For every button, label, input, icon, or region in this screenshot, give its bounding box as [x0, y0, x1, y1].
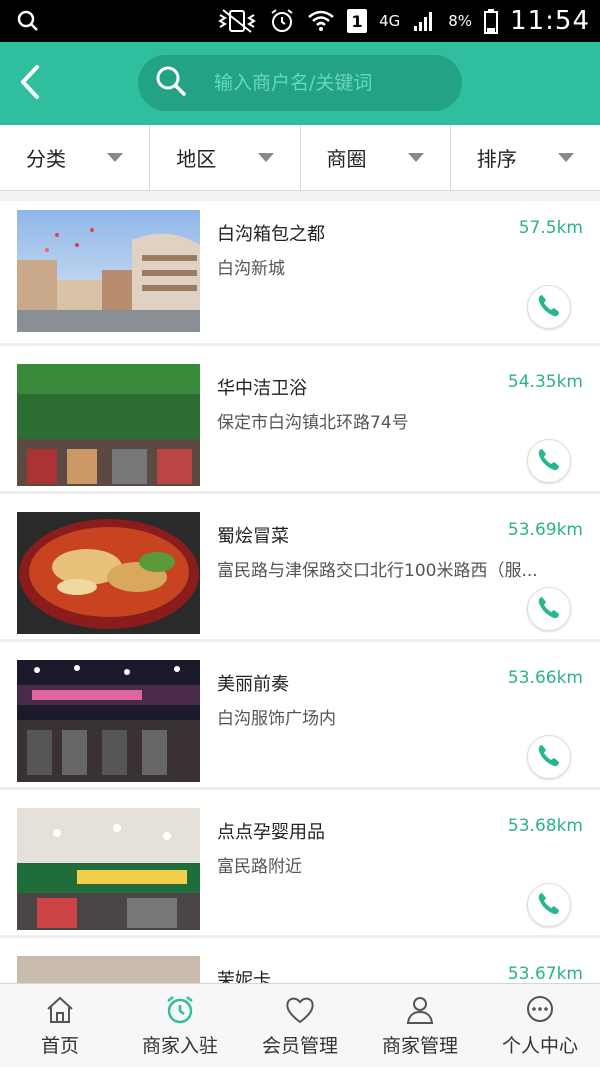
phone-icon [536, 594, 562, 624]
nav-personal-center[interactable]: 个人中心 [480, 984, 600, 1067]
call-button[interactable] [527, 587, 571, 631]
filter-label: 排序 [476, 147, 517, 171]
call-button[interactable] [527, 285, 571, 329]
merchant-photo [17, 210, 200, 332]
merchant-name: 美丽前奏 [217, 674, 289, 695]
back-button[interactable] [0, 42, 60, 125]
merchant-address: 保定市白沟镇北环路74号 [217, 413, 409, 433]
filter-sort[interactable]: 排序 [451, 125, 600, 190]
header-bar [0, 42, 600, 125]
nav-label: 商家入驻 [141, 1035, 218, 1057]
battery-percent: 8% [448, 12, 473, 30]
chevron-left-icon [17, 64, 43, 104]
merchant-item[interactable]: 点点孕婴用品 富民路附近 53.68km [0, 790, 600, 938]
nav-merchant-management[interactable]: 商家管理 [360, 984, 480, 1067]
user-icon [403, 993, 437, 1027]
call-button[interactable] [527, 883, 571, 927]
filter-label: 商圈 [326, 147, 367, 171]
filter-region[interactable]: 地区 [150, 125, 301, 190]
merchant-address: 白沟服饰广场内 [217, 709, 336, 729]
call-button[interactable] [527, 439, 571, 483]
nav-member-management[interactable]: 会员管理 [240, 984, 360, 1067]
caret-down-icon [107, 153, 124, 162]
caret-down-icon [257, 153, 274, 162]
clock: 11:54 [510, 6, 590, 36]
phone-icon [536, 742, 562, 772]
phone-icon [536, 890, 562, 920]
filter-label: 地区 [176, 147, 217, 171]
alarm-icon [269, 8, 295, 34]
caret-down-icon [558, 153, 574, 162]
merchant-item[interactable]: 华中洁卫浴 保定市白沟镇北环路74号 54.35km [0, 346, 600, 494]
merchant-distance: 53.67km [507, 964, 583, 983]
chat-bubble-icon [523, 993, 557, 1027]
home-icon [43, 993, 77, 1027]
merchant-distance: 53.69km [507, 520, 583, 540]
search-icon [16, 9, 40, 33]
filter-business-district[interactable]: 商圈 [301, 125, 451, 190]
merchant-photo [17, 660, 200, 782]
nav-label: 首页 [40, 1035, 79, 1057]
sim-icon: 1 [347, 9, 368, 33]
filter-bar: 分类 地区 商圈 排序 [0, 125, 600, 191]
merchant-distance: 53.66km [507, 668, 583, 688]
nav-merchant-join[interactable]: 商家入驻 [120, 984, 240, 1067]
merchant-address: 白沟新城 [217, 259, 285, 279]
nav-label: 商家管理 [381, 1035, 458, 1057]
vibrate-mute-icon [217, 8, 257, 34]
status-bar: 1 4G 8% 11:54 [0, 0, 600, 42]
signal-icon [412, 9, 436, 33]
search-bar[interactable] [138, 55, 462, 111]
merchant-name: 蜀烩冒菜 [217, 526, 289, 547]
merchant-item[interactable]: 美丽前奏 白沟服饰广场内 53.66km [0, 642, 600, 790]
merchant-photo [17, 808, 200, 930]
merchant-name: 茉妮卡 [217, 970, 271, 983]
merchant-item[interactable]: 茉妮卡 53.67km [0, 938, 600, 983]
phone-icon [536, 446, 562, 476]
merchant-address: 富民路与津保路交口北行100米路西（服... [217, 561, 538, 581]
merchant-name: 华中洁卫浴 [217, 378, 307, 399]
filter-label: 分类 [26, 147, 66, 171]
merchant-distance: 53.68km [507, 816, 583, 836]
merchant-photo [17, 512, 200, 634]
merchant-item[interactable]: 蜀烩冒菜 富民路与津保路交口北行100米路西（服... 53.69km [0, 494, 600, 642]
merchant-distance: 57.5km [518, 218, 583, 238]
filter-category[interactable]: 分类 [0, 125, 151, 190]
bottom-nav: 首页 商家入驻 会员管理 商家管理 个人中心 [0, 983, 600, 1067]
nav-home[interactable]: 首页 [0, 984, 120, 1067]
merchant-list: 白沟箱包之都 白沟新城 57.5km 华中洁卫浴 保定市白沟镇北环路74号 54… [0, 191, 600, 983]
battery-icon [484, 8, 499, 34]
nav-label: 会员管理 [261, 1035, 338, 1057]
caret-down-icon [407, 153, 424, 162]
wifi-icon [307, 9, 335, 33]
merchant-distance: 54.35km [507, 372, 583, 392]
merchant-photo [17, 364, 200, 486]
merchant-address: 富民路附近 [217, 857, 302, 877]
merchant-photo [17, 956, 200, 983]
alarm-clock-icon [163, 993, 197, 1027]
search-input[interactable] [214, 72, 434, 94]
merchant-name: 白沟箱包之都 [217, 224, 325, 245]
network-type: 4G [379, 12, 401, 30]
phone-icon [536, 292, 562, 322]
search-icon [154, 64, 188, 102]
merchant-name: 点点孕婴用品 [217, 822, 325, 843]
call-button[interactable] [527, 735, 571, 779]
merchant-item[interactable]: 白沟箱包之都 白沟新城 57.5km [0, 201, 600, 346]
heart-icon [283, 993, 317, 1027]
nav-label: 个人中心 [501, 1035, 578, 1057]
